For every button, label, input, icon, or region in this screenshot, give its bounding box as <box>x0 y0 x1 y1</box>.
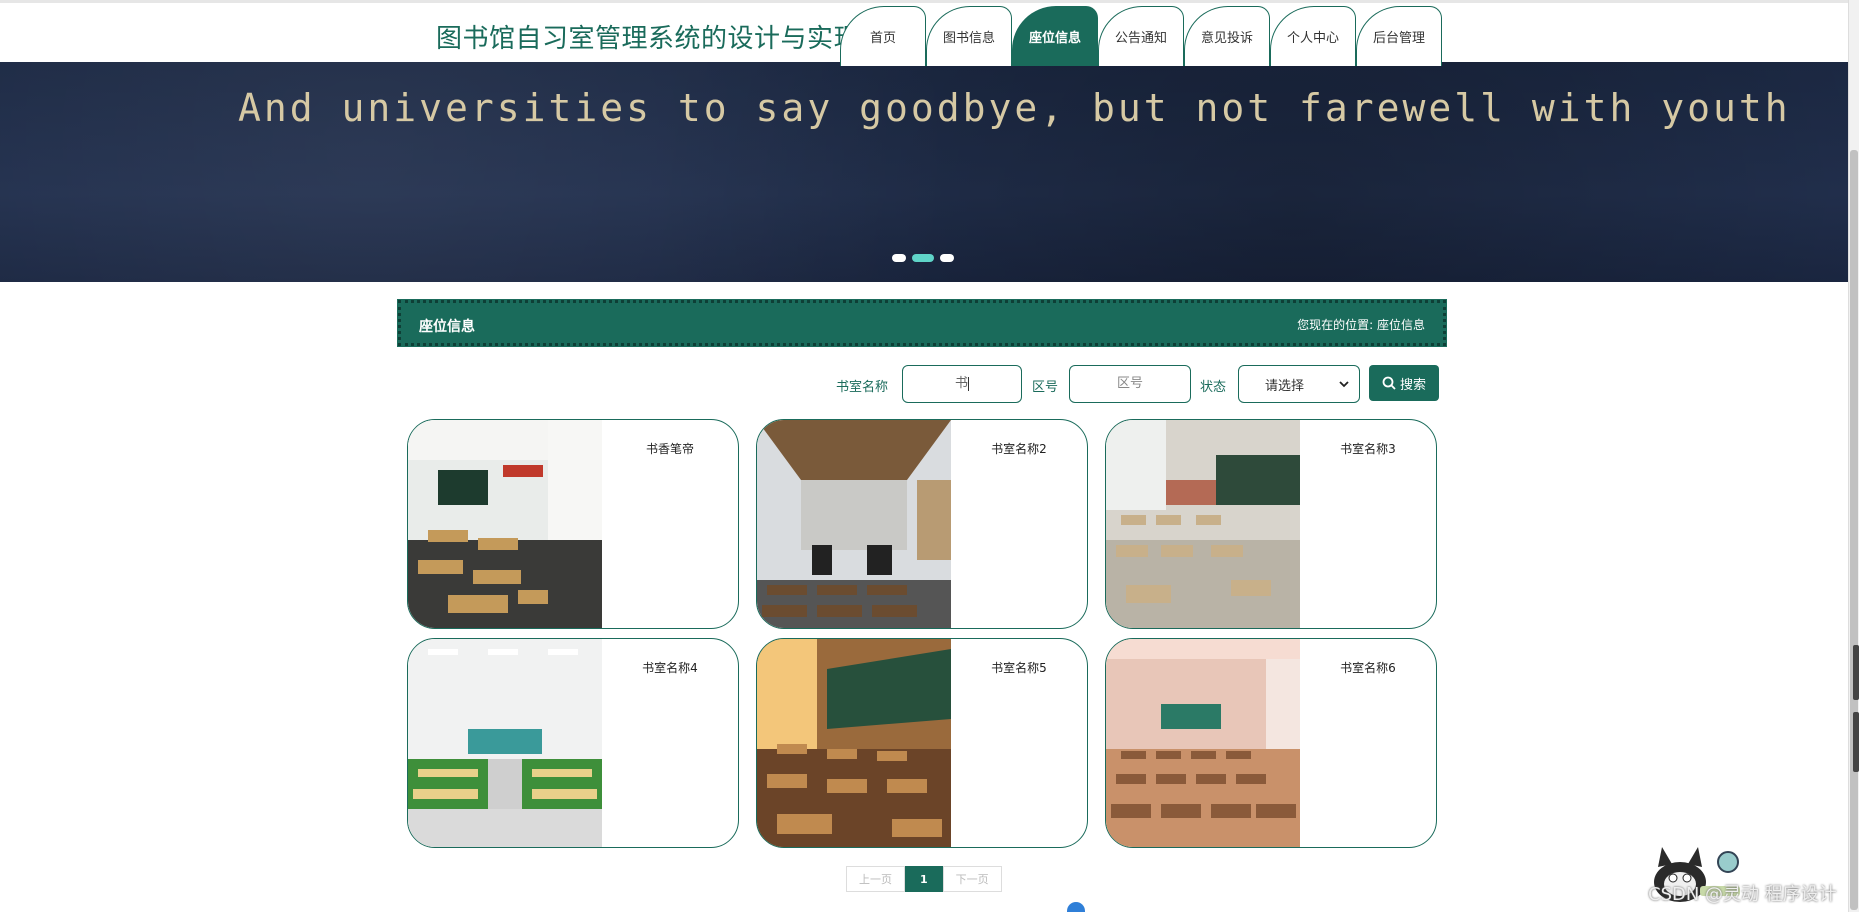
room-name-label: 书室名称 <box>836 380 889 395</box>
nav-books[interactable]: 图书信息 <box>926 6 1012 66</box>
nav-home[interactable]: 首页 <box>840 6 926 66</box>
room-name: 书室名称4 <box>642 661 698 675</box>
room-name-value: 书 <box>954 376 968 391</box>
room-name: 书室名称5 <box>991 661 1047 675</box>
search-icon <box>1382 376 1396 390</box>
seat-card[interactable]: 书室名称2 <box>756 419 1088 629</box>
seat-card[interactable]: 书香笔帝 <box>407 419 739 629</box>
seat-card[interactable]: 书室名称4 <box>407 638 739 848</box>
chevron-down-icon <box>1339 381 1349 388</box>
search-bar: 书室名称 书 区号 区号 状态 请选择 搜索 <box>0 365 1859 403</box>
classroom-image <box>1106 420 1300 628</box>
seat-card[interactable]: 书室名称3 <box>1105 419 1437 629</box>
page-scrollbar[interactable] <box>1848 0 1859 912</box>
zone-input[interactable]: 区号 <box>1069 365 1191 403</box>
search-button[interactable]: 搜索 <box>1369 365 1439 401</box>
classroom-image <box>757 639 951 847</box>
nav-seats[interactable]: 座位信息 <box>1012 6 1098 66</box>
classroom-image <box>408 639 602 847</box>
room-name-input[interactable]: 书 <box>902 365 1022 403</box>
site-title: 图书馆自习室管理系统的设计与实现 <box>436 24 861 54</box>
side-widget-handle[interactable] <box>1853 712 1859 772</box>
search-button-label: 搜索 <box>1399 377 1426 393</box>
carousel-dot-1[interactable] <box>892 254 906 262</box>
status-selected: 请选择 <box>1265 378 1305 394</box>
room-name: 书室名称3 <box>1340 442 1396 456</box>
main-nav: 首页 图书信息 座位信息 公告通知 意见投诉 个人中心 后台管理 <box>840 6 1442 66</box>
room-name: 书室名称6 <box>1340 661 1396 675</box>
breadcrumb-current[interactable]: 座位信息 <box>1377 318 1425 332</box>
room-name: 书香笔帝 <box>645 442 694 456</box>
nav-admin[interactable]: 后台管理 <box>1356 6 1442 66</box>
nav-notices[interactable]: 公告通知 <box>1098 6 1184 66</box>
section-header: 座位信息 您现在的位置: 座位信息 <box>397 299 1447 347</box>
banner-carousel: And universities to say goodbye, but not… <box>0 62 1848 282</box>
room-name: 书室名称2 <box>991 442 1047 456</box>
classroom-image <box>1106 639 1300 847</box>
next-page-button[interactable]: 下一页 <box>942 866 1002 892</box>
breadcrumb-prefix: 您现在的位置: <box>1297 318 1374 332</box>
nav-profile[interactable]: 个人中心 <box>1270 6 1356 66</box>
scrollbar-thumb[interactable] <box>1850 150 1858 910</box>
classroom-image <box>408 420 602 628</box>
page-number-current[interactable]: 1 <box>905 866 943 892</box>
header: 图书馆自习室管理系统的设计与实现 首页 图书信息 座位信息 公告通知 意见投诉 … <box>0 0 1848 66</box>
pagination: 上一页 1 下一页 <box>846 866 1002 892</box>
carousel-indicators <box>892 254 954 262</box>
nav-complaints[interactable]: 意见投诉 <box>1184 6 1270 66</box>
banner-slogan: And universities to say goodbye, but not… <box>238 86 1791 130</box>
carousel-dot-2[interactable] <box>912 254 934 262</box>
section-title: 座位信息 <box>419 319 475 335</box>
status-select[interactable]: 请选择 <box>1238 365 1360 403</box>
classroom-image <box>757 420 951 628</box>
zone-label: 区号 <box>1032 380 1059 395</box>
carousel-dot-3[interactable] <box>940 254 954 262</box>
status-label: 状态 <box>1200 380 1227 395</box>
seat-card[interactable]: 书室名称5 <box>756 638 1088 848</box>
breadcrumb: 您现在的位置: 座位信息 <box>1297 316 1425 333</box>
side-widget-handle[interactable] <box>1853 645 1859 700</box>
watermark: CSDN @灵动 程序设计 <box>1648 884 1837 905</box>
float-indicator-icon <box>1067 902 1085 912</box>
prev-page-button[interactable]: 上一页 <box>846 866 905 892</box>
seat-card[interactable]: 书室名称6 <box>1105 638 1437 848</box>
page: 图书馆自习室管理系统的设计与实现 首页 图书信息 座位信息 公告通知 意见投诉 … <box>0 0 1859 912</box>
